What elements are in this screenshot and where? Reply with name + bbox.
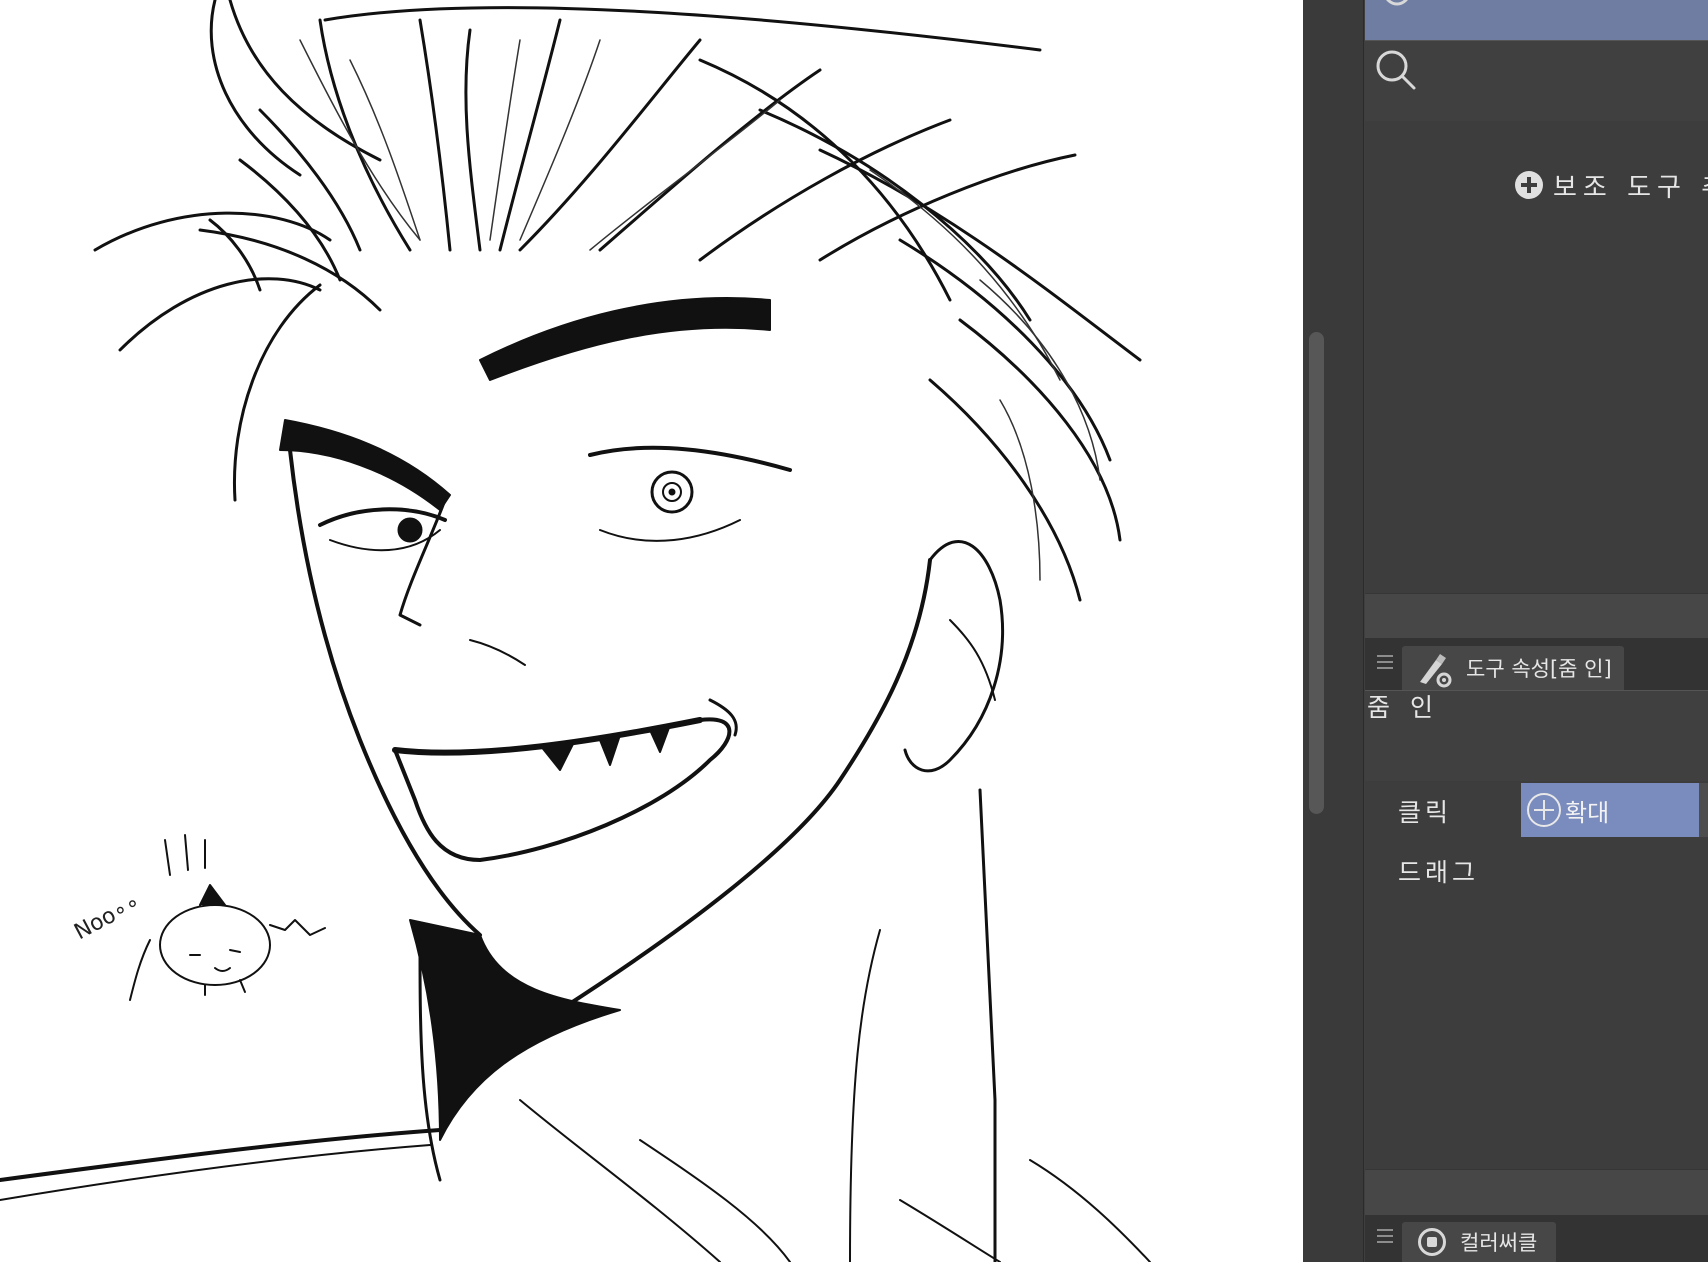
panel-separator [1365,593,1708,639]
tool-name: 줌 인 [1367,693,1439,722]
add-subtool-button[interactable]: 보조 도구 추 [1515,165,1708,205]
brush-gear-icon [1420,654,1452,688]
click-setting-value-label: 확대 [1565,798,1610,827]
panel-separator [1365,1169,1708,1216]
tab-tool-property[interactable]: 도구 속성[줌 인] [1402,646,1624,690]
drag-setting-label: 드래그 [1398,858,1480,887]
click-setting-value[interactable]: 확대 [1521,783,1699,837]
selected-subtool-bar[interactable] [1365,0,1708,40]
search-icon [1386,0,1408,6]
zoom-in-icon [1527,793,1561,827]
line-art-sketch [0,0,1151,1262]
panel-menu-icon[interactable] [1377,1229,1393,1243]
add-subtool-label: 보조 도구 추 [1553,172,1708,203]
zoom-out-option[interactable] [1699,783,1708,837]
plus-circle-icon [1515,171,1543,199]
canvas-scrollbar-thumb[interactable] [1309,332,1324,814]
tab-color-circle[interactable]: 컬러써클 [1402,1222,1556,1262]
search-icon[interactable] [1373,47,1421,95]
tool-property-body [1365,781,1708,1169]
panel-menu-icon[interactable] [1377,655,1393,669]
subtool-search-row[interactable] [1365,40,1708,122]
tool-property-tab-label: 도구 속성[줌 인] [1466,657,1612,681]
drawing-canvas[interactable]: Noo∘∘ [0,0,1303,1262]
color-circle-icon [1418,1228,1446,1256]
color-circle-tab-label: 컬러써클 [1460,1231,1538,1255]
click-setting-label: 클릭 [1398,798,1453,827]
